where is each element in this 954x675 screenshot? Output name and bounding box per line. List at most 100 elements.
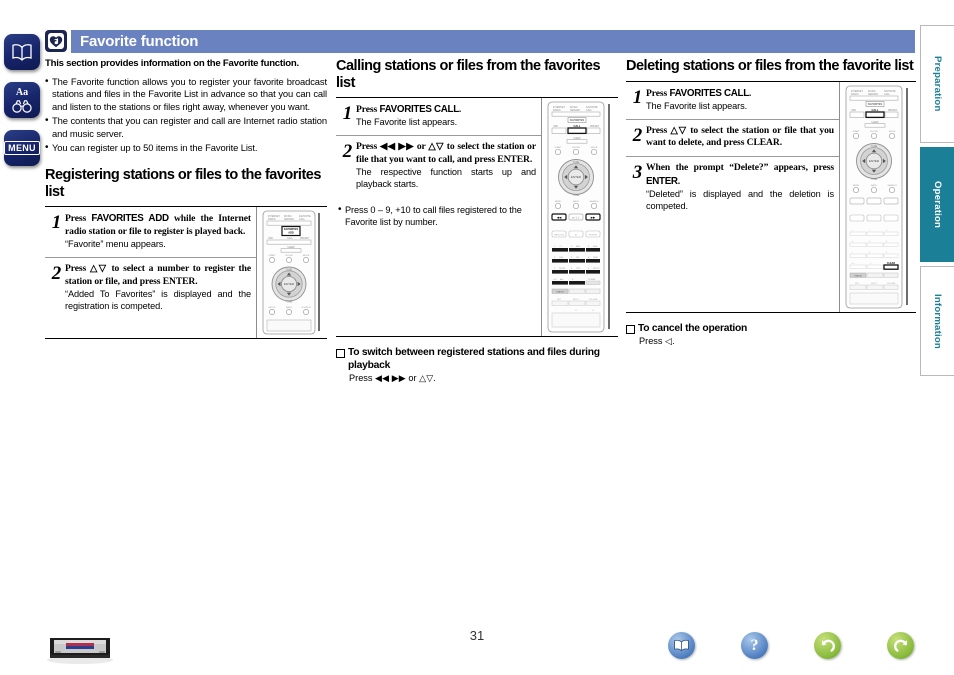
step-instruction: Press FAVORITES CALL. [646, 87, 752, 99]
svg-text:BACK: BACK [871, 184, 877, 187]
svg-text:MODE: MODE [889, 131, 896, 133]
procedure-calling: 1 Press FAVORITES CALL. The Favorite lis… [336, 97, 618, 338]
step-result: “Added To Favorites” is displayed and th… [65, 289, 251, 312]
svg-text:FILTER: FILTER [572, 147, 580, 149]
svg-text:DEF: DEF [593, 246, 598, 248]
svg-text:ENTER: ENTER [571, 175, 582, 179]
footer-icon-row: ? [668, 632, 914, 659]
intro-lead: This section provides information on the… [45, 58, 299, 69]
side-tab-preparation[interactable]: Preparation [920, 25, 954, 143]
svg-text:MODE: MODE [591, 147, 598, 149]
section-title-registering: Registering stations or files to the fav… [45, 167, 321, 200]
svg-text:RADIO: RADIO [553, 109, 561, 112]
step-number: 1 [632, 86, 643, 108]
procedure-registering: 1 Press FAVORITES ADD while the Internet… [45, 206, 327, 340]
column-calling: Calling stations or files from the favor… [336, 58, 618, 385]
question-mark-icon[interactable]: ? [741, 632, 768, 659]
book-icon[interactable] [668, 632, 695, 659]
forward-arrow-icon[interactable] [887, 632, 914, 659]
svg-text:SEARCH: SEARCH [589, 200, 599, 203]
svg-text:WXYZ: WXYZ [593, 268, 600, 270]
svg-text:GHI: GHI [559, 257, 563, 259]
side-tab-label: Operation [932, 180, 943, 229]
svg-text:ABC: ABC [576, 245, 581, 248]
svg-text:TUNE: TUNE [573, 195, 580, 197]
svg-text:RANDOM: RANDOM [554, 233, 564, 236]
svg-text:INPUT: INPUT [573, 299, 580, 301]
left-icon-rail: Aa MENU [4, 34, 42, 178]
svg-text:▼: ▼ [592, 309, 594, 312]
subsection-heading: To cancel the operation [626, 323, 916, 336]
side-tab-rail: Preparation Operation Information [918, 25, 954, 380]
procedure-step: 1 Press FAVORITES ADD while the Internet… [45, 207, 256, 257]
svg-text:ENTER: ENTER [869, 159, 880, 163]
svg-text:TUNE: TUNE [871, 146, 878, 148]
back-arrow-icon[interactable] [814, 632, 841, 659]
menu-icon[interactable]: MENU [4, 130, 40, 166]
side-tab-label: Information [932, 293, 943, 349]
svg-text:MNO: MNO [593, 257, 598, 259]
menu-label: MENU [4, 141, 40, 155]
svg-text:FAVORITES: FAVORITES [570, 118, 585, 122]
subsection-cancel: To cancel the operation Press ◁. [626, 323, 916, 349]
svg-text:TUNE: TUNE [573, 162, 580, 164]
section-title-calling: Calling stations or files from the favor… [336, 58, 601, 91]
procedure-step: 3 When the prompt “Delete?” appears, pre… [626, 156, 839, 219]
step-number: 3 [632, 162, 643, 184]
svg-text:SERVER: SERVER [284, 218, 294, 221]
page-header: Favorite function [45, 30, 915, 54]
svg-text:◀◀: ◀◀ [557, 215, 562, 219]
svg-text:CLEAR: CLEAR [588, 278, 596, 281]
svg-text:VOLUME: VOLUME [589, 299, 598, 301]
svg-text:VOLUME: VOLUME [887, 283, 896, 285]
side-tab-label: Preparation [932, 56, 943, 112]
svg-text:CALL: CALL [287, 237, 293, 240]
side-tab-information[interactable]: Information [920, 266, 954, 376]
svg-text:CALL: CALL [586, 109, 593, 112]
procedure-step: 2 Press △▽ to select the station or file… [626, 118, 839, 157]
svg-text:▼: ▼ [575, 309, 577, 312]
open-book-icon[interactable] [4, 34, 40, 70]
svg-text:SEARCH: SEARCH [887, 184, 897, 187]
header-bar: Favorite function [71, 30, 915, 53]
step-instruction: Press FAVORITES ADD while the Internet r… [65, 213, 251, 238]
svg-text:PRESET: PRESET [888, 110, 898, 112]
svg-text:SETUP: SETUP [268, 307, 276, 309]
side-tab-operation[interactable]: Operation [920, 147, 954, 262]
svg-text:INPUT: INPUT [871, 283, 878, 285]
procedure-note: Press 0 – 9, +10 to call files registere… [336, 197, 541, 232]
step-number: 2 [51, 263, 62, 285]
step-number: 2 [632, 124, 643, 146]
svg-text:START: START [853, 130, 861, 133]
svg-text:PRESET: PRESET [590, 126, 600, 128]
aa-binoculars-icon[interactable]: Aa [4, 82, 40, 118]
list-item: The Favorite function allows you to regi… [45, 75, 327, 113]
list-item: The contents that you can register and c… [45, 114, 327, 140]
svg-text:SERVER: SERVER [570, 109, 580, 112]
step-number: 2 [342, 141, 353, 163]
procedure-step: 2 Press △▽ to select a number to registe… [45, 257, 256, 319]
svg-text:▶▶: ▶▶ [591, 215, 596, 219]
step-instruction: Press △▽ to select a number to register … [65, 263, 251, 288]
svg-text:START: START [555, 146, 563, 149]
svg-text:CALL: CALL [299, 218, 306, 221]
list-item: You can register up to 50 items in the F… [45, 141, 327, 155]
svg-text:MENU: MENU [555, 201, 562, 203]
step-result: The Favorite list appears. [356, 117, 458, 128]
svg-text:ADD: ADD [288, 232, 294, 235]
svg-text:▶/❙❙: ▶/❙❙ [572, 215, 579, 219]
svg-text:FAVORITES: FAVORITES [868, 102, 883, 106]
manual-page: Aa MENU Favorite function This section p… [0, 0, 954, 675]
procedure-steps: 1 Press FAVORITES ADD while the Internet… [45, 207, 256, 338]
step-instruction: Press △▽ to select the station or file t… [646, 124, 834, 149]
svg-text:.,?!: .,?! [559, 246, 562, 248]
step-result: The respective function starts up and pl… [356, 167, 536, 190]
svg-text:REPEAT: REPEAT [589, 233, 598, 236]
svg-text:USB: USB [553, 126, 558, 128]
svg-text:SERVER: SERVER [868, 93, 878, 96]
aa-label: Aa [15, 86, 29, 98]
page-title: Favorite function [80, 33, 199, 50]
svg-text:RADIO: RADIO [268, 218, 276, 221]
step-instruction: When the prompt “Delete?” appears, press… [646, 162, 834, 187]
svg-text:USB: USB [851, 110, 856, 112]
